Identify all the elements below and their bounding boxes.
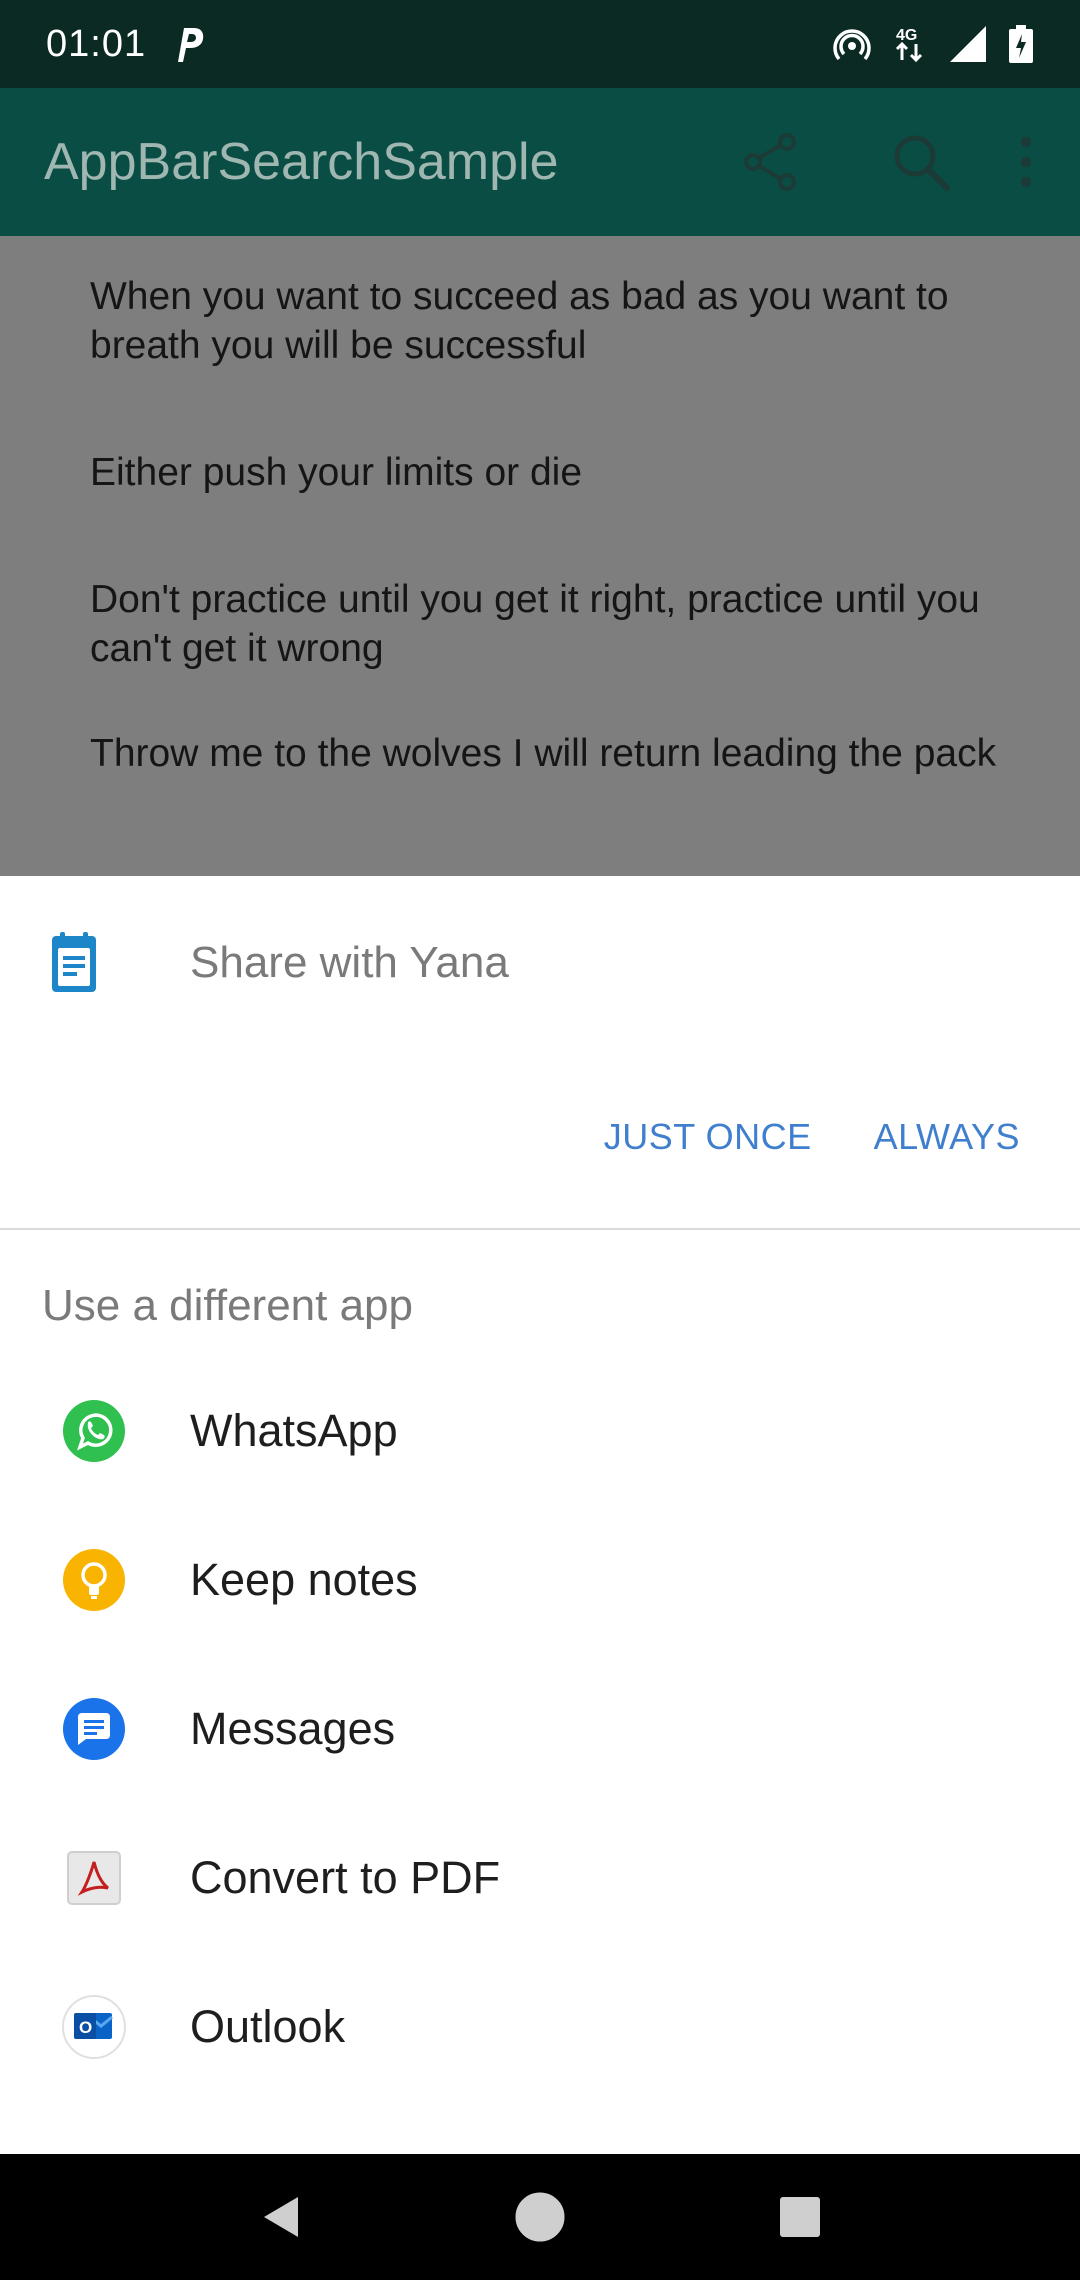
- status-bar: 01:01 4G: [0, 0, 1080, 88]
- app-option-outlook[interactable]: O Outlook: [0, 1952, 1080, 2101]
- quote-item: Either push your limits or die: [90, 451, 583, 494]
- hotspot-icon: [833, 29, 871, 61]
- share-button[interactable]: [696, 88, 846, 236]
- network-4g-icon: 4G: [895, 27, 923, 63]
- search-button[interactable]: [846, 88, 996, 236]
- navigation-bar: [0, 2154, 1080, 2280]
- outlook-icon: O: [62, 1994, 126, 2059]
- pdf-icon: [67, 1850, 121, 1905]
- svg-text:O: O: [79, 2018, 92, 2037]
- just-once-button[interactable]: JUST ONCE: [604, 1116, 812, 1158]
- screen: 01:01 4G AppBarSearchSample When you wan…: [0, 0, 1080, 2280]
- messages-icon: [63, 1697, 125, 1760]
- quote-list: When you want to succeed as bad as you w…: [0, 236, 1080, 876]
- share-title: Share with Yana: [190, 938, 509, 987]
- recents-button[interactable]: [760, 2177, 840, 2257]
- app-list: WhatsApp Keep notes Messages Convert to …: [0, 1356, 1080, 2101]
- app-option-label: Convert to PDF: [190, 1851, 501, 1903]
- quote-item: When you want to succeed as bad as you w…: [90, 275, 949, 367]
- status-icons: 4G: [832, 24, 1034, 64]
- share-header: Share with Yana: [0, 876, 1080, 1056]
- back-button[interactable]: [240, 2177, 320, 2257]
- app-option-whatsapp[interactable]: WhatsApp: [0, 1356, 1080, 1505]
- app-option-convert-to-pdf[interactable]: Convert to PDF: [0, 1803, 1080, 1952]
- choice-buttons: JUST ONCE ALWAYS: [604, 1116, 1020, 1158]
- section-label: Use a different app: [42, 1281, 413, 1330]
- app-option-label: Messages: [190, 1702, 396, 1754]
- keep-notes-icon: [63, 1548, 125, 1611]
- app-title: AppBarSearchSample: [44, 133, 559, 191]
- status-time: 01:01: [46, 22, 147, 65]
- share-sheet: Share with Yana JUST ONCE ALWAYS Use a d…: [0, 876, 1080, 2154]
- app-bar: AppBarSearchSample: [0, 88, 1080, 236]
- svg-text:4G: 4G: [896, 27, 917, 44]
- share-icon: [744, 133, 796, 191]
- search-icon: [894, 135, 950, 191]
- back-icon: [264, 2197, 298, 2237]
- yana-app-icon: [52, 932, 96, 992]
- app-option-messages[interactable]: Messages: [0, 1654, 1080, 1803]
- signal-icon: [950, 26, 986, 62]
- home-button[interactable]: [500, 2177, 580, 2257]
- app-option-label: Outlook: [190, 2000, 346, 2052]
- parking-notification-icon: [178, 28, 204, 62]
- quote-item: Don't practice until you get it right, p…: [90, 578, 980, 670]
- app-option-label: Keep notes: [190, 1553, 418, 1605]
- app-option-label: WhatsApp: [190, 1404, 398, 1456]
- more-options-button[interactable]: [996, 88, 1056, 236]
- divider: [0, 1228, 1080, 1230]
- home-icon: [515, 2192, 565, 2242]
- app-bar-actions: [696, 88, 1036, 236]
- recents-icon: [780, 2197, 820, 2237]
- battery-icon: [1009, 25, 1033, 63]
- always-button[interactable]: ALWAYS: [874, 1116, 1020, 1158]
- app-option-keep-notes[interactable]: Keep notes: [0, 1505, 1080, 1654]
- whatsapp-icon: [63, 1399, 125, 1462]
- quote-item: Throw me to the wolves I will return lea…: [90, 732, 997, 775]
- more-vert-icon: [1021, 137, 1031, 187]
